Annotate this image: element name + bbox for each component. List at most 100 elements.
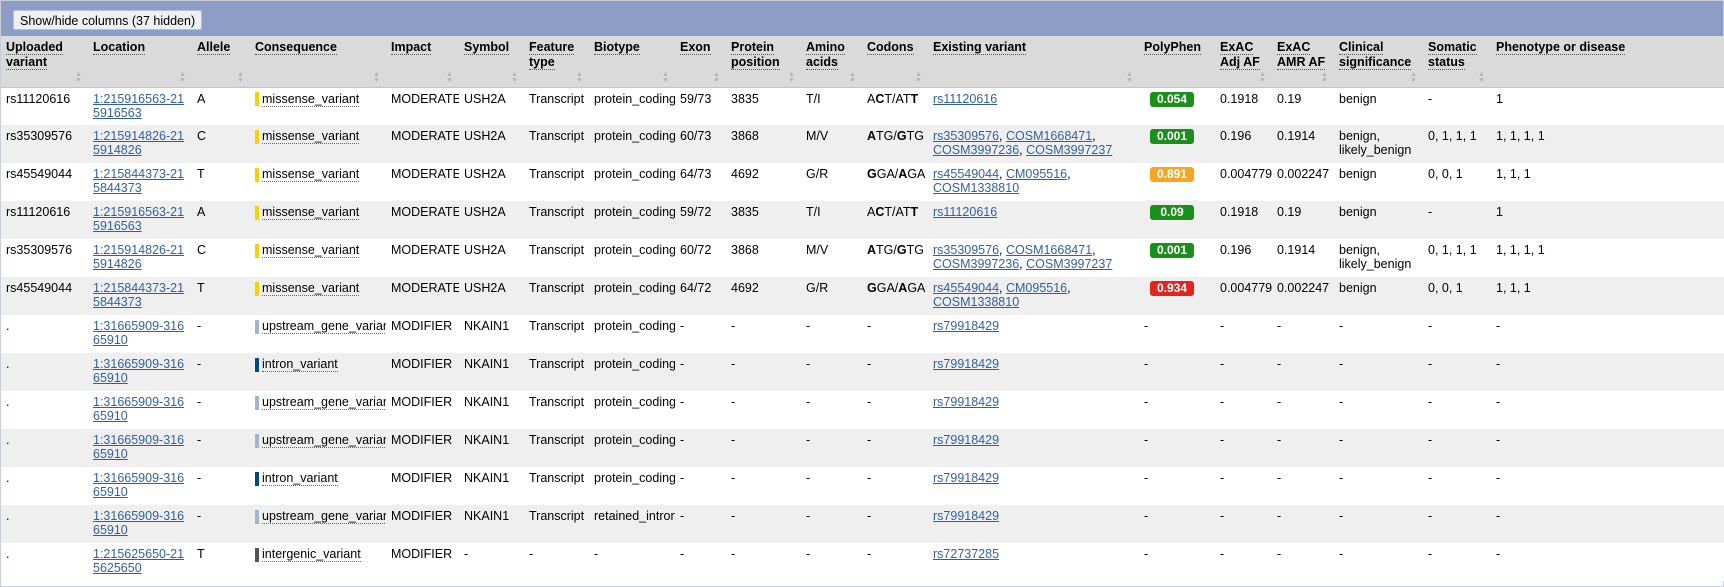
column-header-biotype[interactable]: Biotype ▲ ▼ [589,36,675,88]
column-header-polyphen[interactable]: PolyPhen [1139,36,1215,88]
consequence-tag[interactable]: upstream_gene_variant [255,433,386,448]
location-cell: 1:215914826-215914826 [88,125,192,163]
biotype-cell: protein_coding [589,163,675,201]
sort-arrows-icon[interactable]: ▲ ▼ [237,71,244,84]
existing-variant-link[interactable]: rs11120616 [933,92,997,106]
existing-variant-link[interactable]: COSM1668471 [1006,243,1092,257]
consequence-tag[interactable]: missense_variant [255,92,360,107]
existing-variant-link[interactable]: COSM1338810 [933,181,1019,195]
existing-variant-link[interactable]: COSM3997237 [1026,257,1112,271]
column-header-clinical-significance[interactable]: Clinical significance ▲ ▼ [1334,36,1423,88]
column-header-amino-acids[interactable]: Amino acids ▲ ▼ [801,36,862,88]
sort-arrows-icon[interactable]: ▲ ▼ [662,71,669,84]
sort-arrows-icon[interactable]: ▲ ▼ [511,71,518,84]
existing-variant-link[interactable]: COSM1338810 [933,295,1019,309]
location-link[interactable]: 1:215625650-215625650 [93,547,184,575]
column-header-existing-variant[interactable]: Existing variant ▲ ▼ [928,36,1139,88]
sort-arrows-icon[interactable]: ▲ ▼ [1321,71,1328,84]
sort-arrows-icon[interactable]: ▲ ▼ [373,71,380,84]
column-header-consequence[interactable]: Consequence ▲ ▼ [250,36,386,88]
existing-variant-link[interactable]: rs79918429 [933,433,999,447]
existing-variant-link[interactable]: rs72737285 [933,547,999,561]
consequence-tag[interactable]: missense_variant [255,129,360,144]
existing-variant-link[interactable]: CM095516 [1006,167,1067,181]
column-header-symbol[interactable]: Symbol ▲ ▼ [459,36,524,88]
existing-variant-link[interactable]: rs35309576 [933,243,999,257]
consequence-tag[interactable]: missense_variant [255,205,360,220]
consequence-tag[interactable]: upstream_gene_variant [255,509,386,524]
column-header-uploaded-variant[interactable]: Uploaded variant ▲ ▼ [1,36,88,88]
existing-variant-link[interactable]: rs35309576 [933,129,999,143]
existing-variant-link[interactable]: rs45549044 [933,167,999,181]
column-header-phenotype-or-disease[interactable]: Phenotype or disease▲▼ [1491,36,1724,88]
location-link[interactable]: 1:31665909-31665910 [93,357,184,385]
existing-variant-link[interactable]: rs79918429 [933,395,999,409]
existing-variant-link[interactable]: COSM3997237 [1026,143,1112,157]
existing-variant-link[interactable]: rs45549044 [933,281,999,295]
consequence-tag[interactable]: missense_variant [255,281,360,296]
column-header-protein-position[interactable]: Protein position ▲ ▼ [726,36,801,88]
sort-arrows-icon[interactable]: ▲ ▼ [179,71,186,84]
location-link[interactable]: 1:215914826-215914826 [93,129,184,157]
location-link[interactable]: 1:31665909-31665910 [93,319,184,347]
column-header-location[interactable]: Location ▲ ▼ [88,36,192,88]
existing-variant-link[interactable]: rs79918429 [933,471,999,485]
consequence-tag[interactable]: intron_variant [255,357,338,372]
location-link[interactable]: 1:31665909-31665910 [93,471,184,499]
location-link[interactable]: 1:31665909-31665910 [93,509,184,537]
consequence-tag[interactable]: intron_variant [255,471,338,486]
show-hide-columns-button[interactable]: Show/hide columns (37 hidden) [13,10,203,30]
existing-variant-link[interactable]: rs79918429 [933,357,999,371]
column-header-exac-amr-af[interactable]: ExAC AMR AF ▲ ▼ [1272,36,1334,88]
location-link[interactable]: 1:215844373-215844373 [93,281,184,309]
codon-part: TG/ [876,243,897,257]
consequence-tag[interactable]: intergenic_variant [255,547,361,562]
existing-variant-link[interactable]: rs79918429 [933,319,999,333]
column-header-allele[interactable]: Allele ▲ ▼ [192,36,250,88]
location-cell: 1:31665909-31665910 [88,467,192,505]
column-header-exon[interactable]: Exon ▲ ▼ [675,36,726,88]
location-link[interactable]: 1:31665909-31665910 [93,395,184,423]
consequence-tag[interactable]: missense_variant [255,243,360,258]
column-header-feature-type[interactable]: Feature type ▲ ▼ [524,36,589,88]
sort-arrows-icon[interactable]: ▲ ▼ [576,71,583,84]
column-header-impact[interactable]: Impact ▲ ▼ [386,36,459,88]
column-header-codons[interactable]: Codons ▲ ▼ [862,36,928,88]
existing-variant-link[interactable]: rs79918429 [933,509,999,523]
existing-variant-link[interactable]: COSM1668471 [1006,129,1092,143]
results-table: Uploaded variant ▲ ▼ Location ▲ ▼ Allele ▲ ▼ Cons… [1,36,1724,581]
consequence-tag[interactable]: upstream_gene_variant [255,395,386,410]
codon-part: GA [907,167,926,181]
somatic-status-cell: 0, 0, 1 [1423,163,1491,201]
clinical-significance-cell: benign [1334,277,1423,315]
amino-acids-cell: - [801,543,862,581]
location-link[interactable]: 1:215916563-215916563 [93,205,184,233]
sort-arrows-icon[interactable]: ▲ ▼ [1410,71,1417,84]
existing-variant-link[interactable]: CM095516 [1006,281,1067,295]
polyphen-cell: - [1139,543,1215,581]
amino-acids-cell: G/R [801,163,862,201]
location-link[interactable]: 1:215914826-215914826 [93,243,184,271]
impact-cell: MODERATE [386,125,459,163]
sort-arrows-icon[interactable]: ▲ ▼ [713,71,720,84]
column-header-exac-adj-af[interactable]: ExAC Adj AF ▲ ▼ [1215,36,1272,88]
exon-cell: - [675,505,726,543]
existing-variant-link[interactable]: COSM3997236 [933,143,1019,157]
consequence-tag[interactable]: upstream_gene_variant [255,319,386,334]
sort-arrows-icon[interactable]: ▲ ▼ [446,71,453,84]
location-link[interactable]: 1:31665909-31665910 [93,433,184,461]
sort-arrows-icon[interactable]: ▲ ▼ [1478,71,1485,84]
consequence-tag[interactable]: missense_variant [255,167,360,182]
existing-variant-link[interactable]: rs11120616 [933,205,997,219]
biotype-cell: protein_coding [589,353,675,391]
existing-variant-link[interactable]: COSM3997236 [933,257,1019,271]
location-link[interactable]: 1:215916563-215916563 [93,92,184,120]
column-header-somatic-status[interactable]: Somatic status ▲ ▼ [1423,36,1491,88]
sort-arrows-icon[interactable]: ▲ ▼ [1126,71,1133,84]
sort-arrows-icon[interactable]: ▲ ▼ [788,71,795,84]
sort-arrows-icon[interactable]: ▲ ▼ [915,71,922,84]
location-link[interactable]: 1:215844373-215844373 [93,167,184,195]
sort-arrows-icon[interactable]: ▲ ▼ [849,71,856,84]
sort-arrows-icon[interactable]: ▲ ▼ [1259,71,1266,84]
sort-arrows-icon[interactable]: ▲ ▼ [75,71,82,84]
